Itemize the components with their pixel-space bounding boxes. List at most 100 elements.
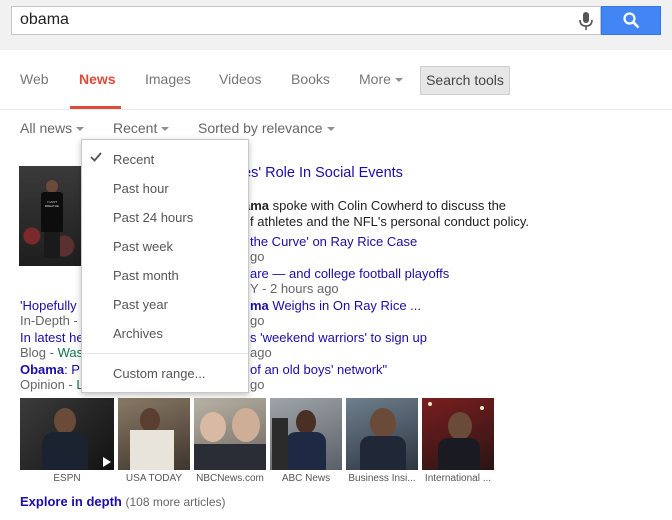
image-caption-3[interactable]: NBCNews.com — [194, 473, 266, 484]
search-button[interactable] — [601, 6, 661, 35]
result2-title-left[interactable]: 'Hopefully — [20, 298, 77, 313]
time-range-dropdown: Recent Past hour Past 24 hours Past week… — [81, 139, 249, 393]
portrait-side-figure — [272, 418, 288, 470]
result4-title-bold: Obama — [20, 362, 65, 377]
filter-sort[interactable]: Sorted by relevance — [198, 120, 335, 136]
chevron-down-icon — [76, 127, 85, 132]
portrait-suit — [438, 438, 480, 470]
tab-images[interactable]: Images — [145, 71, 191, 87]
active-tab-indicator — [70, 106, 121, 109]
filter-recent-label: Recent — [113, 120, 158, 136]
filter-sort-label: Sorted by relevance — [198, 120, 323, 136]
tab-web[interactable]: Web — [20, 71, 49, 87]
player-legs — [44, 232, 60, 258]
news-image-3[interactable] — [194, 398, 266, 470]
result2-title-bold: ma — [250, 298, 269, 313]
result-title[interactable]: es' Role In Social Events — [243, 165, 403, 181]
dropdown-item-past-week[interactable]: Past week — [113, 239, 173, 254]
dropdown-item-past-year[interactable]: Past year — [113, 297, 168, 312]
portrait-face — [140, 408, 160, 432]
search-box[interactable] — [11, 6, 601, 35]
related-link-2[interactable]: are — and college football playoffs — [250, 266, 449, 281]
filter-recent[interactable]: Recent — [113, 120, 170, 136]
result2-meta-right: go — [250, 313, 265, 328]
portrait-suits — [194, 444, 266, 470]
player-figure: I CAN'T BREATHE — [41, 180, 63, 258]
chevron-down-icon — [326, 127, 335, 132]
tab-videos[interactable]: Videos — [219, 71, 262, 87]
portrait-face-right — [232, 408, 260, 442]
image-caption-6[interactable]: International ... — [422, 473, 494, 484]
result4-meta-source: Opinion - — [20, 377, 77, 392]
search-icon — [623, 12, 640, 29]
tab-news[interactable]: News — [79, 71, 116, 87]
result4-title-right[interactable]: of an old boys' network" — [250, 362, 387, 377]
checkmark-icon — [90, 152, 102, 162]
news-image-6[interactable] — [422, 398, 494, 470]
result2-title-right[interactable]: ma Weighs in On Ray Rice ... — [250, 298, 421, 313]
search-header — [0, 0, 672, 50]
shirt-text: I CAN'T BREATHE — [45, 200, 59, 208]
dropdown-item-past-24-hours[interactable]: Past 24 hours — [113, 210, 193, 225]
related-meta-1: go — [250, 249, 265, 264]
news-image-4[interactable] — [270, 398, 342, 470]
snippet-text: spoke with Colin Cowherd to discuss the — [269, 198, 507, 213]
explore-in-depth: Explore in depth (108 more articles) — [20, 494, 226, 509]
news-image-1[interactable] — [20, 398, 114, 470]
result3-meta-publisher: Was — [57, 345, 84, 360]
dropdown-item-recent[interactable]: Recent — [113, 152, 154, 167]
chevron-down-icon — [394, 78, 403, 83]
news-image-5[interactable] — [346, 398, 418, 470]
filter-all-news-label: All news — [20, 120, 73, 136]
dropdown-item-past-month[interactable]: Past month — [113, 268, 179, 283]
play-icon — [103, 457, 111, 467]
image-caption-1[interactable]: ESPN — [20, 473, 114, 484]
result4-meta-right: go — [250, 377, 265, 392]
dropdown-item-archives[interactable]: Archives — [113, 326, 163, 341]
light-dot — [428, 402, 432, 406]
light-dot — [480, 406, 484, 410]
result3-meta-left: Blog - Was — [20, 345, 83, 360]
tab-more-label: More — [359, 71, 391, 87]
more-articles-count: (108 more articles) — [125, 495, 226, 509]
explore-in-depth-link[interactable]: Explore in depth — [20, 494, 122, 509]
tab-more[interactable]: More — [359, 71, 403, 87]
related-link-1[interactable]: the Curve' on Ray Rice Case — [250, 234, 417, 249]
result4-title-left[interactable]: Obama: P — [20, 362, 80, 377]
result3-title-right[interactable]: s 'weekend warriors' to sign up — [250, 330, 427, 345]
chevron-down-icon — [161, 127, 170, 132]
portrait-suit — [360, 436, 406, 470]
search-tools-button[interactable]: Search tools — [420, 66, 510, 95]
dropdown-divider — [82, 353, 248, 354]
search-tabs: Web News Images Videos Books More Search… — [0, 50, 672, 110]
image-caption-5[interactable]: Business Insi... — [346, 473, 418, 484]
portrait-shirt — [130, 430, 174, 470]
image-caption-2[interactable]: USA TODAY — [118, 473, 190, 484]
result3-meta-source: Blog - — [20, 345, 58, 360]
portrait-suit — [42, 432, 88, 470]
dropdown-item-past-hour[interactable]: Past hour — [113, 181, 169, 196]
news-image-2[interactable] — [118, 398, 190, 470]
portrait-suit — [286, 432, 326, 470]
result2-title-text: Weighs in On Ray Rice ... — [268, 298, 422, 313]
tab-books[interactable]: Books — [291, 71, 330, 87]
microphone-icon[interactable] — [578, 12, 594, 30]
dropdown-item-custom-range[interactable]: Custom range... — [113, 366, 206, 381]
result-thumbnail[interactable]: I CAN'T BREATHE — [19, 166, 83, 266]
filter-all-news[interactable]: All news — [20, 120, 85, 136]
search-input[interactable] — [20, 11, 560, 29]
result2-meta-left: In-Depth - — [20, 313, 78, 328]
result3-title-left[interactable]: In latest he — [20, 330, 84, 345]
portrait-face-left — [200, 412, 226, 442]
result3-meta-right: ago — [250, 345, 272, 360]
result-snippet-2: f athletes and the NFL's personal conduc… — [250, 214, 530, 229]
portrait-face — [370, 408, 396, 438]
related-meta-2: Y - 2 hours ago — [250, 281, 339, 296]
image-caption-4[interactable]: ABC News — [270, 473, 342, 484]
portrait-face — [54, 408, 76, 434]
result4-meta-left: Opinion - L — [20, 377, 84, 392]
result4-title-text: : P — [64, 362, 80, 377]
portrait-face — [448, 412, 472, 440]
portrait-face — [296, 410, 316, 434]
player-shirt — [41, 192, 63, 232]
